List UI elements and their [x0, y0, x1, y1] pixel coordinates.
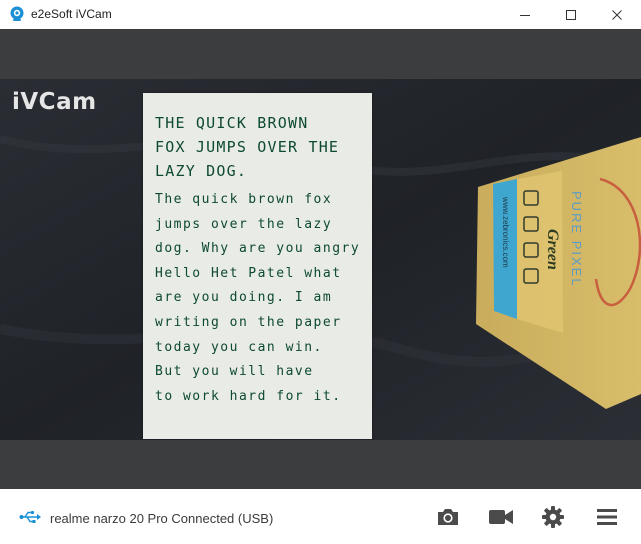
gear-icon — [542, 506, 564, 528]
usb-icon — [19, 510, 41, 524]
note-line: LAZY DOG. — [155, 162, 248, 180]
box-green-text: Green — [544, 229, 561, 270]
note-line: writing on the paper — [155, 314, 342, 330]
maximize-icon — [566, 9, 576, 20]
note-line: FOX JUMPS OVER THE — [155, 138, 340, 156]
window-title: e2eSoft iVCam — [31, 7, 112, 21]
close-button[interactable] — [594, 0, 640, 29]
note-body: The quick brown fox jumps over the lazy … — [155, 188, 375, 409]
note-line: are you doing. I am — [155, 290, 333, 306]
maximize-button[interactable] — [548, 0, 594, 29]
note-line: dog. Why are you angry — [155, 241, 361, 257]
ivcam-watermark: iVCam — [12, 89, 97, 115]
note-line: to work hard for it. — [155, 388, 342, 404]
minimize-button[interactable] — [502, 0, 548, 29]
camera-icon — [438, 509, 458, 525]
hamburger-menu-icon — [597, 509, 617, 525]
minimize-icon — [520, 14, 530, 16]
record-button[interactable] — [487, 504, 515, 530]
note-heading: THE QUICK BROWN FOX JUMPS OVER THE LAZY … — [155, 111, 375, 183]
video-camera-icon — [489, 510, 513, 524]
title-bar: e2eSoft iVCam — [0, 0, 641, 29]
camera-app-icon — [9, 6, 25, 22]
settings-button[interactable] — [539, 504, 567, 530]
handwritten-note: THE QUICK BROWN FOX JUMPS OVER THE LAZY … — [155, 111, 375, 409]
camera-video-feed[interactable]: PURE PIXEL Green www.zebronics.com iVCam… — [0, 79, 641, 440]
close-icon — [612, 9, 622, 20]
preview-area: PURE PIXEL Green www.zebronics.com iVCam… — [0, 29, 641, 489]
connection-status: realme narzo 20 Pro Connected (USB) — [50, 511, 274, 526]
menu-button[interactable] — [593, 504, 621, 530]
note-line: Hello Het Patel what — [155, 265, 342, 281]
note-line: But you will have — [155, 364, 314, 380]
box-url-text: www.zebronics.com — [501, 196, 510, 268]
note-line: The quick brown fox — [155, 192, 333, 207]
note-line: jumps over the lazy — [155, 216, 333, 232]
note-line: today you can win. — [155, 339, 323, 355]
snapshot-button[interactable] — [434, 504, 462, 530]
note-line: THE QUICK BROWN — [155, 114, 309, 132]
box-brand-text: PURE PIXEL — [569, 191, 584, 288]
